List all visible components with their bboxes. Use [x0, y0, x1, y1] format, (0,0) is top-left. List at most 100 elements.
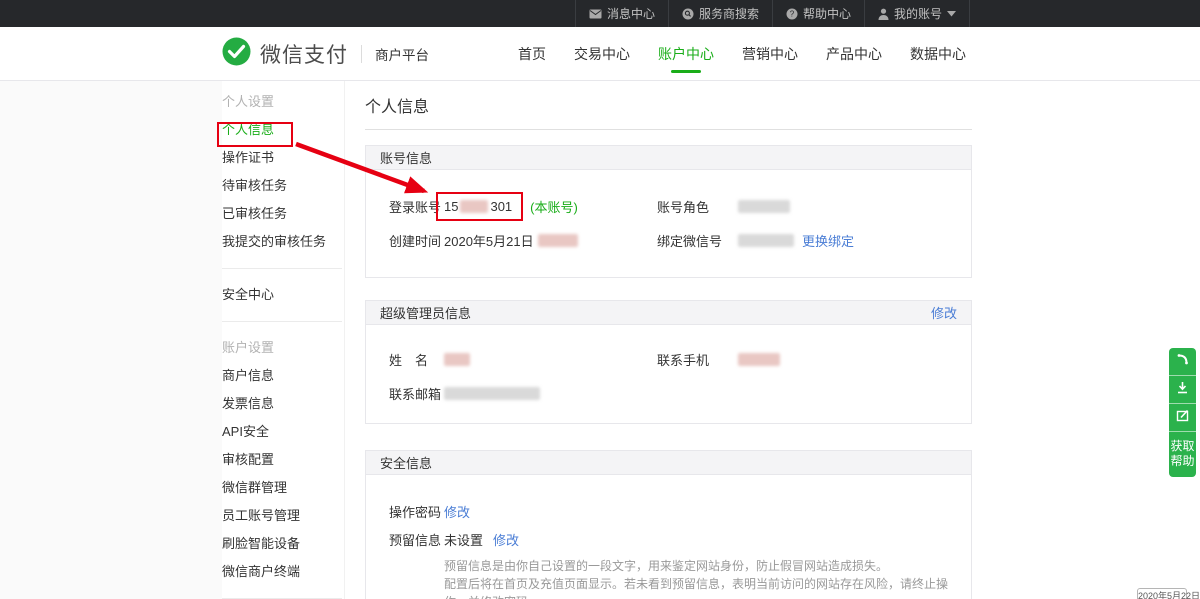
redacted-account-role: [738, 200, 790, 213]
account-info-panel-header: 账号信息: [366, 146, 971, 170]
created-time-value: 2020年5月21日: [444, 231, 534, 250]
nav-item-data-center[interactable]: 数据中心: [910, 44, 966, 64]
left-gutter: [0, 81, 222, 599]
operation-password-label: 操作密码: [389, 502, 444, 521]
topbar: 消息中心 服务商搜索 ? 帮助中心 我的账号: [0, 0, 1200, 27]
sidebar-group-personal-settings: 个人设置: [222, 88, 344, 116]
topbar-item-label: 消息中心: [607, 5, 655, 22]
wechat-pay-logo-icon: [222, 37, 251, 71]
sidebar-item-face-recognition-devices[interactable]: 刷脸智能设备: [222, 530, 344, 558]
topbar-item-my-account[interactable]: 我的账号: [864, 0, 970, 27]
floating-help-widget: 获取帮助: [1169, 348, 1196, 477]
super-admin-panel-body: 姓 名 联系手机 联系邮箱: [366, 325, 971, 423]
sidebar-item-operation-certificate[interactable]: 操作证书: [222, 144, 344, 172]
page: 消息中心 服务商搜索 ? 帮助中心 我的账号: [0, 0, 1200, 599]
topbar-item-help-center[interactable]: ? 帮助中心: [772, 0, 864, 27]
panel-title: 账号信息: [380, 148, 432, 167]
operation-password-edit-link[interactable]: 修改: [444, 502, 470, 521]
super-admin-panel: 超级管理员信息 修改 姓 名 联系手机 联系邮箱: [365, 300, 972, 424]
sidebar-item-staff-account-management[interactable]: 员工账号管理: [222, 502, 344, 530]
date-tooltip: 2020年5月22日: [1137, 588, 1187, 599]
bound-wechat-label: 绑定微信号: [657, 231, 738, 250]
hotline-button[interactable]: [1169, 348, 1196, 376]
reserved-info-label: 预留信息: [389, 530, 444, 549]
sidebar-item-security-center[interactable]: 安全中心: [222, 281, 344, 309]
logo-subtitle: 商户平台: [375, 44, 429, 64]
phone-icon: [1176, 353, 1189, 371]
panel-title: 安全信息: [380, 453, 432, 472]
redacted-login-middle: [460, 200, 488, 213]
contact-email-label: 联系邮箱: [389, 384, 444, 403]
created-time-label: 创建时间: [389, 231, 444, 250]
topbar-item-label: 我的账号: [894, 5, 942, 22]
page-title: 个人信息: [365, 81, 972, 130]
sidebar-item-reviewed-tasks[interactable]: 已审核任务: [222, 200, 344, 228]
svg-text:?: ?: [790, 9, 795, 18]
admin-edit-link[interactable]: 修改: [931, 303, 957, 322]
sidebar-divider: [222, 321, 342, 322]
sidebar: 个人设置 个人信息 操作证书 待审核任务 已审核任务 我提交的审核任务 安全中心…: [222, 81, 345, 599]
redacted-created-time: [538, 234, 578, 247]
nav-item-marketing-center[interactable]: 营销中心: [742, 44, 798, 64]
topbar-item-label: 服务商搜索: [699, 5, 759, 22]
description-line: 配置后将在首页及充值页面显示。若未看到预留信息，表明当前访问的网站存在风险，请终…: [444, 575, 971, 599]
wechat-pay-logo[interactable]: 微信支付 商户平台: [222, 27, 429, 81]
sidebar-item-wechat-group-management[interactable]: 微信群管理: [222, 474, 344, 502]
user-icon: [878, 8, 889, 20]
reserved-info-edit-link[interactable]: 修改: [493, 530, 519, 549]
sidebar-item-invoice-info[interactable]: 发票信息: [222, 390, 344, 418]
nav-item-product-center[interactable]: 产品中心: [826, 44, 882, 64]
security-info-panel-body: 操作密码 修改 预留信息 未设置 修改 预留信息是由你自己设置的一段文字，用来鉴…: [366, 475, 971, 599]
logo-divider: [361, 45, 362, 63]
get-help-button[interactable]: 获取帮助: [1169, 432, 1196, 477]
panel-title: 超级管理员信息: [380, 303, 471, 322]
account-info-panel-body: 登录账号 15 301 (本账号) 账号角色: [366, 170, 971, 277]
sidebar-divider: [222, 268, 342, 269]
contact-phone-label: 联系手机: [657, 350, 738, 369]
topbar-item-messages[interactable]: 消息中心: [575, 0, 668, 27]
nav-item-transaction-center[interactable]: 交易中心: [574, 44, 630, 64]
feedback-icon: [1176, 409, 1189, 427]
main-nav: 首页 交易中心 账户中心 营销中心 产品中心 数据中心: [518, 27, 966, 81]
reserved-info-value: 未设置: [444, 530, 483, 549]
download-button[interactable]: [1169, 376, 1196, 404]
login-account-prefix: 15: [444, 199, 458, 214]
sidebar-item-wechat-merchant-terminal[interactable]: 微信商户终端: [222, 558, 344, 586]
redacted-contact-email: [444, 387, 540, 400]
reserved-info-description: 预留信息是由你自己设置的一段文字，用来鉴定网站身份，防止假冒网站造成损失。 配置…: [444, 557, 971, 599]
sidebar-item-pending-review-tasks[interactable]: 待审核任务: [222, 172, 344, 200]
nav-item-home[interactable]: 首页: [518, 44, 546, 64]
sidebar-item-merchant-info[interactable]: 商户信息: [222, 362, 344, 390]
nav-item-account-center[interactable]: 账户中心: [658, 44, 714, 64]
sidebar-item-my-submitted-tasks[interactable]: 我提交的审核任务: [222, 228, 344, 256]
name-label: 姓 名: [389, 350, 444, 369]
redacted-name: [444, 353, 470, 366]
description-line: 预留信息是由你自己设置的一段文字，用来鉴定网站身份，防止假冒网站造成损失。: [444, 557, 971, 575]
main-content: 个人信息 账号信息 登录账号 15 301 (本账号): [365, 81, 972, 599]
rebind-link[interactable]: 更换绑定: [802, 231, 854, 250]
mail-icon: [589, 9, 602, 19]
help-icon: ?: [786, 8, 798, 20]
login-account-annotation-box: 15 301: [436, 192, 523, 221]
search-icon: [682, 8, 694, 20]
sidebar-item-personal-info[interactable]: 个人信息: [222, 116, 344, 144]
topbar-item-provider-search[interactable]: 服务商搜索: [668, 0, 772, 27]
sidebar-item-review-config[interactable]: 审核配置: [222, 446, 344, 474]
super-admin-panel-header: 超级管理员信息 修改: [366, 301, 971, 325]
header: 微信支付 商户平台 首页 交易中心 账户中心 营销中心 产品中心 数据中心: [0, 27, 1200, 81]
logo-title: 微信支付: [260, 39, 348, 69]
redacted-contact-phone: [738, 353, 780, 366]
chevron-down-icon: [947, 11, 956, 17]
security-info-panel: 安全信息 操作密码 修改 预留信息 未设置 修改 预留信息是由你自己设置的一段文…: [365, 450, 972, 599]
login-account-suffix: 301: [490, 199, 512, 214]
account-role-label: 账号角色: [657, 197, 738, 216]
download-icon: [1176, 381, 1189, 399]
sidebar-item-api-security[interactable]: API安全: [222, 418, 344, 446]
feedback-button[interactable]: [1169, 404, 1196, 432]
this-account-tag: (本账号): [530, 197, 578, 216]
sidebar-group-account-settings: 账户设置: [222, 334, 344, 362]
account-info-panel: 账号信息 登录账号 15 301 (本账号) 账号角色: [365, 145, 972, 278]
redacted-bound-wechat: [738, 234, 794, 247]
security-info-panel-header: 安全信息: [366, 451, 971, 475]
topbar-item-label: 帮助中心: [803, 5, 851, 22]
